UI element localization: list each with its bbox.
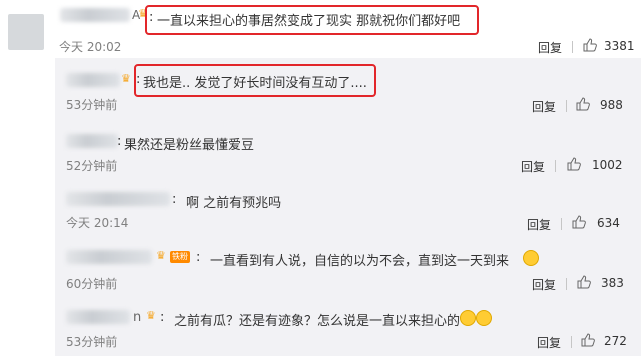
like-count: 383 [601, 276, 624, 290]
crying-emoji-icon [476, 310, 492, 326]
timestamp: 52分钟前 [66, 159, 118, 173]
thumbs-up-icon[interactable] [571, 214, 587, 230]
thumbs-up-icon[interactable] [576, 274, 592, 290]
crown-icon: ♛ [146, 309, 156, 322]
crying-emoji-icon [523, 250, 539, 266]
colon: : [117, 134, 122, 149]
colon: : [136, 72, 141, 87]
username[interactable] [60, 8, 130, 22]
colon: : [196, 250, 201, 265]
reply-button[interactable]: 回复 [538, 39, 562, 56]
timestamp: 今天 20:14 [66, 216, 129, 230]
crying-emoji-icon [460, 310, 476, 326]
timestamp: 53分钟前 [66, 335, 118, 349]
thumbs-up-icon[interactable] [582, 37, 598, 53]
username[interactable] [66, 73, 120, 87]
colon: : [172, 192, 177, 207]
username-fragment: n [133, 310, 142, 325]
divider [566, 278, 567, 290]
comment-text: 啊 之前有预兆吗 [186, 196, 282, 211]
comment-text: 一直看到有人说，自信的以为不会，直到这一天到来 [210, 254, 510, 269]
divider [561, 218, 562, 230]
divider [572, 41, 573, 53]
thumbs-up-icon[interactable] [580, 332, 596, 348]
username[interactable] [66, 250, 152, 264]
thumbs-up-icon[interactable] [566, 156, 582, 172]
username[interactable] [66, 134, 118, 148]
crown-icon: ♛ [156, 249, 166, 262]
divider [555, 160, 556, 172]
fan-badge: 铁粉 [170, 251, 190, 263]
avatar[interactable] [8, 14, 44, 50]
comment-text: 一直以来担心的事居然变成了现实 那就祝你们都好吧 [157, 14, 461, 29]
reply-button[interactable]: 回复 [521, 158, 545, 175]
like-count: 1002 [592, 158, 623, 172]
like-count: 272 [604, 334, 627, 348]
divider [566, 100, 567, 112]
reply-button[interactable]: 回复 [527, 216, 551, 233]
timestamp: 今天 20:02 [59, 40, 122, 54]
like-count: 988 [600, 98, 623, 112]
colon: : [160, 310, 165, 325]
reply-button[interactable]: 回复 [532, 98, 556, 115]
reply-button[interactable]: 回复 [537, 334, 561, 351]
divider [571, 336, 572, 348]
like-count: 3381 [604, 39, 635, 53]
reply-button[interactable]: 回复 [532, 276, 556, 293]
timestamp: 60分钟前 [66, 277, 118, 291]
crown-icon: ♛ [121, 72, 131, 85]
like-count: 634 [597, 216, 620, 230]
timestamp: 53分钟前 [66, 98, 118, 112]
thumbs-up-icon[interactable] [575, 96, 591, 112]
username[interactable] [66, 310, 130, 324]
colon: : [149, 10, 154, 25]
username[interactable] [66, 192, 170, 206]
comment-text: 之前有瓜？还是有迹象？怎么说是一直以来担心的 [174, 314, 461, 329]
comment-text: 我也是.. 发觉了好长时间没有互动了.... [143, 76, 367, 91]
comment-text: 果然还是粉丝最懂爱豆 [124, 138, 255, 153]
